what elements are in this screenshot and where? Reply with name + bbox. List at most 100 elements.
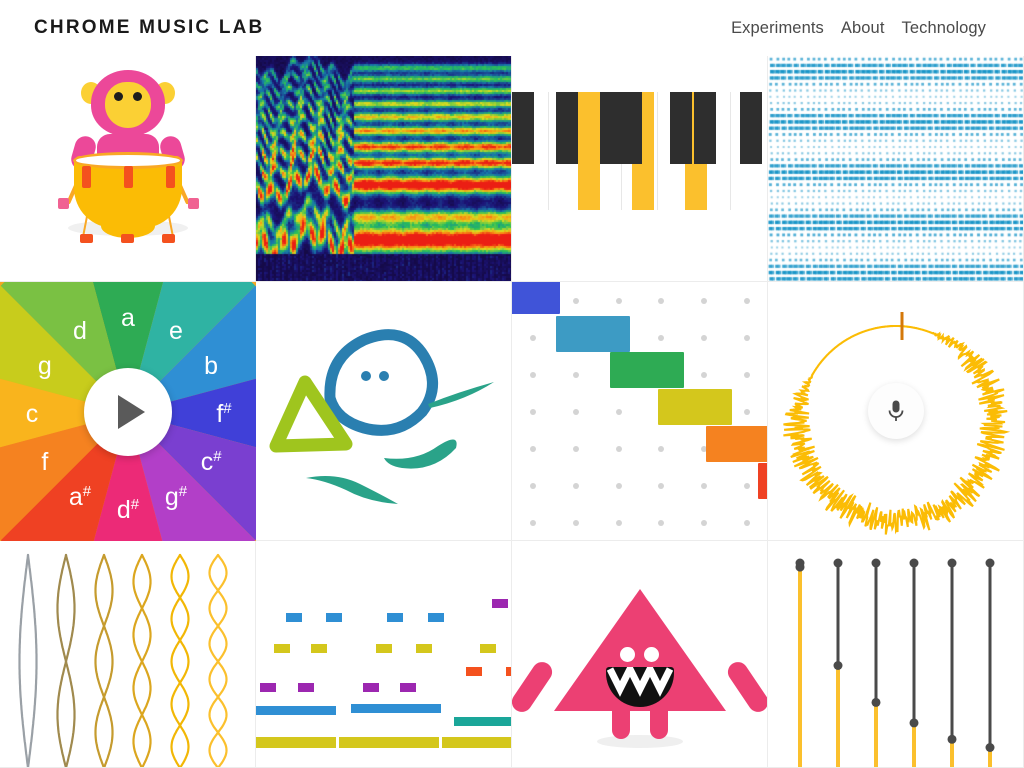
piano-black-key[interactable] — [740, 92, 762, 164]
melody-block[interactable] — [556, 316, 630, 352]
nav-item-about[interactable]: About — [841, 19, 885, 38]
harmonic-node-top[interactable] — [796, 559, 805, 568]
song-note[interactable] — [400, 683, 416, 692]
song-note[interactable] — [256, 706, 336, 715]
piano-keyboard[interactable] — [512, 92, 767, 210]
tile-melody-maker[interactable] — [512, 282, 768, 541]
grid-dot — [573, 409, 579, 415]
tile-arpeggios[interactable]: a e b f# c# g# d# a# f c g d — [0, 282, 256, 541]
tile-oscillators[interactable] — [512, 541, 768, 768]
vibrating-string[interactable] — [28, 555, 37, 768]
melody-block[interactable] — [610, 352, 684, 388]
site-logo[interactable]: CHROME MUSIC LAB — [34, 17, 264, 39]
song-note[interactable] — [351, 704, 441, 713]
grid-dot — [573, 483, 579, 489]
grid-dot — [616, 446, 622, 452]
tile-voice-spinner[interactable] — [768, 282, 1024, 541]
grid-dot — [701, 483, 707, 489]
wheel-label-e: e — [169, 317, 183, 345]
microphone-button[interactable] — [868, 383, 924, 439]
experiments-grid: a e b f# c# g# d# a# f c g d — [0, 56, 1024, 768]
song-note[interactable] — [311, 644, 327, 653]
song-note[interactable] — [466, 667, 482, 676]
tile-chords[interactable] — [512, 56, 768, 282]
song-grid[interactable] — [256, 541, 511, 767]
tile-song-maker[interactable] — [256, 541, 512, 768]
vibrating-string[interactable] — [20, 555, 29, 768]
nav-item-technology[interactable]: Technology — [902, 19, 986, 38]
kandinsky-drawing — [256, 282, 512, 541]
character-eye-right — [644, 647, 659, 662]
tile-kandinsky[interactable] — [256, 282, 512, 541]
strings-svg[interactable] — [0, 541, 256, 768]
song-note[interactable] — [376, 644, 392, 653]
song-note[interactable] — [256, 737, 336, 748]
wheel-label-f: f — [41, 448, 48, 476]
grid-dot — [616, 483, 622, 489]
harmonic-node[interactable] — [872, 698, 881, 707]
grid-dot — [701, 520, 707, 526]
piano-black-key[interactable] — [620, 92, 642, 164]
wheel-label-a: a — [121, 304, 135, 332]
tile-rhythm[interactable] — [0, 56, 256, 282]
song-note[interactable] — [454, 717, 512, 726]
grid-dot — [530, 520, 536, 526]
grid-dot — [701, 372, 707, 378]
melody-block[interactable] — [706, 426, 768, 462]
drum-foot — [80, 234, 93, 243]
song-note[interactable] — [416, 644, 432, 653]
vibrating-string[interactable] — [96, 555, 113, 768]
piano-black-key[interactable] — [556, 92, 578, 164]
melody-block[interactable] — [658, 389, 732, 425]
song-note[interactable] — [428, 613, 444, 622]
nav-item-experiments[interactable]: Experiments — [731, 19, 824, 38]
sound-waves-canvas — [768, 56, 1024, 282]
harmonic-node[interactable] — [910, 718, 919, 727]
piano-black-key[interactable] — [694, 92, 716, 164]
harmonic-node-top[interactable] — [872, 559, 881, 568]
song-note[interactable] — [480, 644, 496, 653]
piano-black-key[interactable] — [670, 92, 692, 164]
vibrating-string[interactable] — [134, 555, 151, 768]
grid-dot — [658, 298, 664, 304]
grid-dot — [658, 446, 664, 452]
song-note[interactable] — [326, 613, 342, 622]
drum-lug — [124, 166, 133, 188]
harmonic-node-top[interactable] — [986, 559, 995, 568]
song-note[interactable] — [387, 613, 403, 622]
piano-black-key[interactable] — [600, 92, 622, 164]
piano-black-key[interactable] — [512, 92, 534, 164]
song-note[interactable] — [492, 599, 508, 608]
tile-harmonics[interactable] — [768, 541, 1024, 768]
tile-spectrogram[interactable] — [256, 56, 512, 282]
melody-block[interactable] — [512, 282, 560, 314]
tile-sound-waves[interactable] — [768, 56, 1024, 282]
microphone-icon — [887, 399, 905, 423]
song-note[interactable] — [298, 683, 314, 692]
harmonic-node[interactable] — [986, 743, 995, 752]
vibrating-string[interactable] — [96, 555, 113, 768]
grid-dot — [573, 298, 579, 304]
harmonic-node-top[interactable] — [910, 559, 919, 568]
vibrating-string[interactable] — [210, 555, 227, 768]
song-note[interactable] — [442, 737, 512, 748]
song-note[interactable] — [286, 613, 302, 622]
melody-grid[interactable] — [512, 282, 767, 540]
song-note[interactable] — [260, 683, 276, 692]
harmonic-node-top[interactable] — [834, 559, 843, 568]
play-button[interactable] — [84, 368, 172, 456]
harmonics-svg[interactable] — [768, 541, 1024, 768]
grid-dot — [530, 409, 536, 415]
tile-strings[interactable] — [0, 541, 256, 768]
harmonic-node-top[interactable] — [948, 559, 957, 568]
melody-block[interactable] — [758, 463, 768, 499]
grid-dot — [530, 335, 536, 341]
harmonic-node[interactable] — [948, 735, 957, 744]
song-note[interactable] — [274, 644, 290, 653]
brush-stroke-bottom — [306, 476, 398, 504]
harmonic-node[interactable] — [834, 661, 843, 670]
song-note[interactable] — [339, 737, 439, 748]
grid-dot — [701, 335, 707, 341]
wheel-label-d: d — [73, 317, 87, 345]
song-note[interactable] — [363, 683, 379, 692]
